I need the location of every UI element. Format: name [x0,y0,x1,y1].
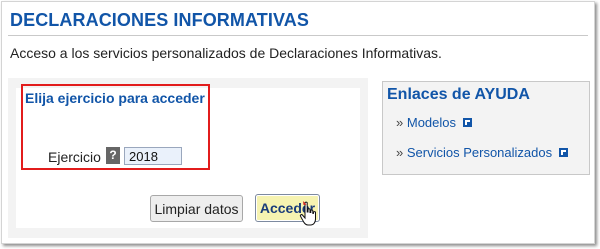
help-item-servicios: » Servicios Personalizados [396,145,568,160]
bullet: » [396,115,404,130]
clear-button[interactable]: Limpiar datos [150,195,243,222]
intro-text: Acceso a los servicios personalizados de… [10,45,442,61]
external-link-icon[interactable] [558,148,568,158]
title-divider [8,35,588,36]
form-heading: Elija ejercicio para acceder [25,90,205,106]
hand-cursor-icon [299,201,316,226]
external-link-icon[interactable] [462,118,472,128]
help-icon[interactable]: ? [106,147,120,164]
help-title: Enlaces de AYUDA [387,86,530,103]
year-input[interactable] [124,147,182,165]
help-item-modelos: » Modelos [396,115,472,130]
year-label: Ejercicio [48,149,101,165]
page-title: DECLARACIONES INFORMATIVAS [10,10,309,30]
modelos-link[interactable]: Modelos [407,115,456,130]
bullet: » [396,145,404,160]
servicios-personalizados-link[interactable]: Servicios Personalizados [407,145,552,160]
